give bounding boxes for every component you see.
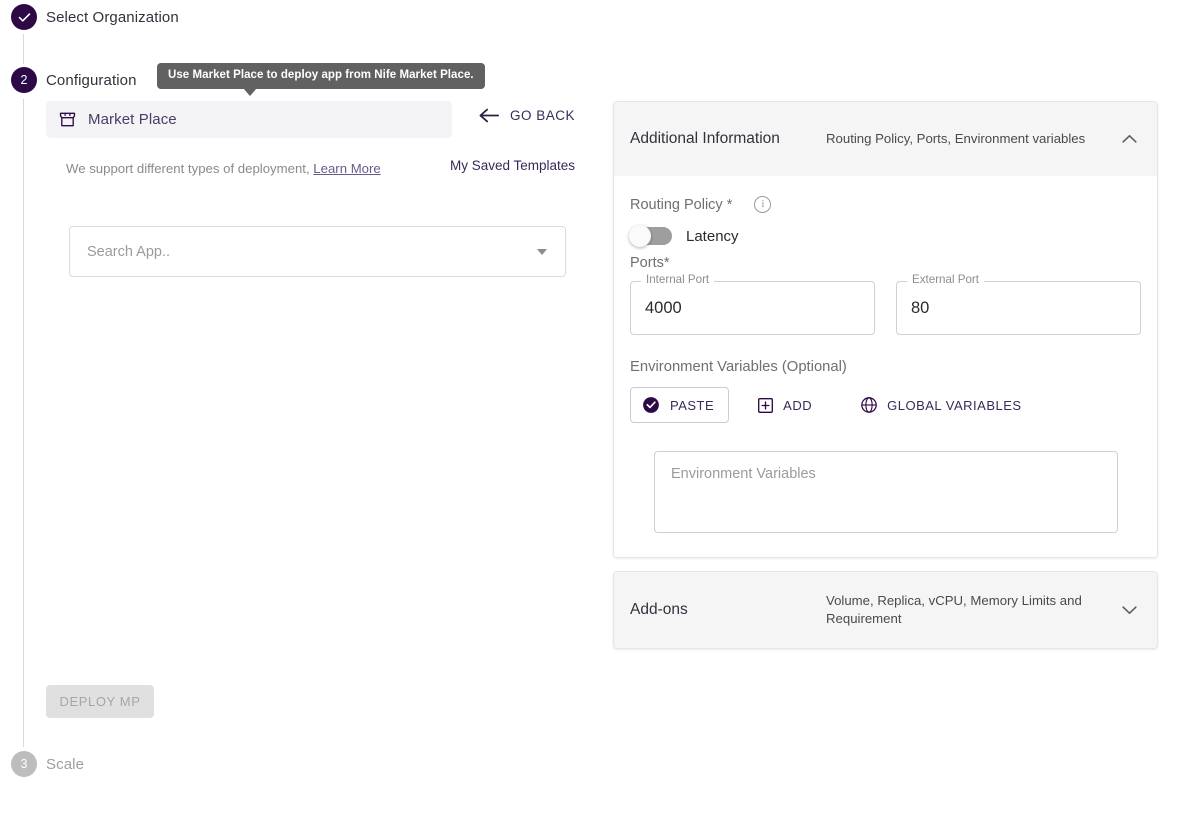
- step-label-select-organization: Select Organization: [46, 9, 179, 26]
- environment-variables-textarea[interactable]: Environment Variables: [654, 451, 1118, 533]
- caret-down-icon[interactable]: [537, 249, 547, 255]
- configuration-panel: Additional Information Routing Policy, P…: [613, 101, 1158, 649]
- external-port-value: 80: [911, 299, 929, 318]
- addons-accordion: Add-ons Volume, Replica, vCPU, Memory Li…: [613, 571, 1158, 649]
- step-number-scale: 3: [21, 758, 28, 771]
- ports-label: Ports*: [630, 255, 1141, 271]
- latency-toggle-row: Latency: [630, 227, 1141, 245]
- internal-port-field[interactable]: Internal Port 4000: [630, 281, 875, 335]
- additional-information-accordion: Additional Information Routing Policy, P…: [613, 101, 1158, 558]
- addons-header[interactable]: Add-ons Volume, Replica, vCPU, Memory Li…: [614, 572, 1157, 648]
- external-port-field[interactable]: External Port 80: [896, 281, 1141, 335]
- my-saved-templates-link[interactable]: My Saved Templates: [450, 158, 575, 173]
- market-place-bar[interactable]: Market Place: [46, 101, 452, 138]
- ports-row: Internal Port 4000 External Port 80: [630, 281, 1141, 335]
- tooltip-text: Use Market Place to deploy app from Nife…: [168, 69, 474, 81]
- global-variables-label: GLOBAL VARIABLES: [887, 398, 1021, 413]
- go-back-label: GO BACK: [510, 108, 575, 123]
- environment-variables-placeholder: Environment Variables: [671, 466, 816, 482]
- arrow-left-icon: [478, 108, 500, 123]
- search-app-placeholder: Search App..: [87, 244, 537, 260]
- routing-policy-row: Routing Policy * i: [630, 196, 1141, 213]
- learn-more-link[interactable]: Learn More: [313, 161, 380, 176]
- storefront-icon: [58, 110, 77, 129]
- additional-information-subtitle: Routing Policy, Ports, Environment varia…: [826, 130, 1119, 148]
- support-text: We support different types of deployment…: [66, 161, 310, 176]
- step-label-configuration: Configuration: [46, 72, 137, 89]
- check-icon: [17, 10, 32, 25]
- paste-button-label: PASTE: [670, 398, 714, 413]
- step-indicator-select-organization[interactable]: [11, 4, 37, 30]
- deploy-mp-button[interactable]: DEPLOY MP: [46, 685, 154, 718]
- add-variable-button[interactable]: ADD: [747, 389, 822, 422]
- step-number-configuration: 2: [21, 74, 28, 87]
- step-indicator-configuration[interactable]: 2: [11, 67, 37, 93]
- market-place-label: Market Place: [88, 111, 177, 128]
- environment-variables-actions: PASTE ADD: [630, 387, 1141, 423]
- search-app-select[interactable]: Search App..: [69, 226, 566, 277]
- deployment-support-text: We support different types of deployment…: [66, 161, 381, 176]
- latency-toggle-label: Latency: [686, 228, 739, 245]
- stepper-connector-2: [23, 99, 24, 747]
- step-label-scale: Scale: [46, 756, 84, 773]
- paste-button[interactable]: PASTE: [630, 387, 729, 423]
- add-variable-label: ADD: [783, 398, 812, 413]
- latency-toggle[interactable]: [630, 227, 672, 245]
- chevron-up-icon[interactable]: [1119, 129, 1139, 149]
- stepper-connector-1: [23, 34, 24, 64]
- step-indicator-scale[interactable]: 3: [11, 751, 37, 777]
- globe-icon: [860, 396, 878, 414]
- internal-port-legend: Internal Port: [641, 274, 714, 286]
- check-circle-icon: [642, 396, 660, 414]
- internal-port-value: 4000: [645, 299, 682, 318]
- market-place-tooltip: Use Market Place to deploy app from Nife…: [157, 63, 485, 89]
- go-back-button[interactable]: GO BACK: [478, 108, 575, 123]
- latency-toggle-knob: [629, 225, 651, 247]
- environment-variables-heading: Environment Variables (Optional): [630, 359, 1141, 375]
- global-variables-button[interactable]: GLOBAL VARIABLES: [850, 388, 1031, 422]
- routing-policy-label: Routing Policy *: [630, 197, 732, 213]
- addons-subtitle: Volume, Replica, vCPU, Memory Limits and…: [826, 592, 1119, 629]
- additional-information-title: Additional Information: [630, 130, 826, 148]
- additional-information-header[interactable]: Additional Information Routing Policy, P…: [614, 102, 1157, 176]
- plus-box-icon: [757, 397, 774, 414]
- chevron-down-icon[interactable]: [1119, 600, 1139, 620]
- external-port-legend: External Port: [907, 274, 984, 286]
- tooltip-arrow: [243, 88, 257, 96]
- deployment-configuration-page: Select Organization 2 Configuration 3 Sc…: [0, 0, 1195, 818]
- addons-title: Add-ons: [630, 601, 826, 619]
- info-icon[interactable]: i: [754, 196, 771, 213]
- additional-information-body: Routing Policy * i Latency Ports* Intern…: [614, 176, 1157, 557]
